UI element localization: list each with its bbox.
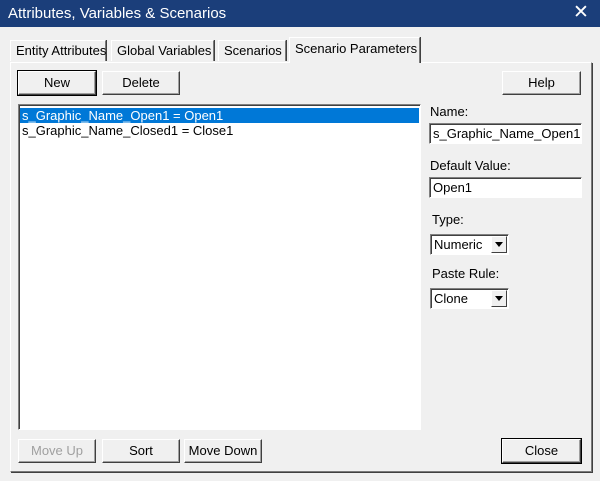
- chevron-down-icon: [495, 296, 503, 301]
- title-bar: Attributes, Variables & Scenarios ✕: [0, 0, 600, 27]
- type-label: Type:: [432, 212, 464, 227]
- type-select[interactable]: Numeric: [430, 234, 509, 255]
- default-value-label: Default Value:: [430, 158, 511, 173]
- paste-rule-select[interactable]: Clone: [430, 288, 509, 309]
- list-item[interactable]: s_Graphic_Name_Open1 = Open1: [20, 108, 419, 123]
- type-dropdown-button[interactable]: [491, 236, 507, 253]
- move-down-button[interactable]: Move Down: [184, 439, 262, 463]
- list-item[interactable]: s_Graphic_Name_Closed1 = Close1: [20, 123, 419, 138]
- name-field[interactable]: s_Graphic_Name_Open1: [429, 123, 582, 144]
- help-button[interactable]: Help: [502, 71, 581, 95]
- type-select-value: Numeric: [434, 237, 483, 252]
- paste-rule-label: Paste Rule:: [432, 266, 500, 281]
- tab-entity-attributes[interactable]: Entity Attributes: [10, 40, 106, 61]
- scenario-parameter-list[interactable]: s_Graphic_Name_Open1 = Open1 s_Graphic_N…: [18, 104, 421, 430]
- paste-rule-select-value: Clone: [434, 291, 468, 306]
- default-value-field[interactable]: Open1: [429, 177, 582, 198]
- window-title: Attributes, Variables & Scenarios: [8, 5, 227, 22]
- close-button[interactable]: Close: [501, 438, 582, 464]
- tab-scenarios[interactable]: Scenarios: [218, 40, 286, 61]
- paste-rule-dropdown-button[interactable]: [491, 290, 507, 307]
- tab-scenario-parameters[interactable]: Scenario Parameters: [289, 37, 420, 63]
- tab-global-variables[interactable]: Global Variables: [111, 40, 214, 61]
- name-label: Name:: [430, 104, 469, 119]
- new-button[interactable]: New: [17, 70, 97, 96]
- sort-button[interactable]: Sort: [102, 439, 180, 463]
- move-up-button[interactable]: Move Up: [18, 439, 96, 463]
- delete-button[interactable]: Delete: [102, 71, 180, 95]
- chevron-down-icon: [495, 242, 503, 247]
- close-window-icon[interactable]: ✕: [570, 3, 592, 23]
